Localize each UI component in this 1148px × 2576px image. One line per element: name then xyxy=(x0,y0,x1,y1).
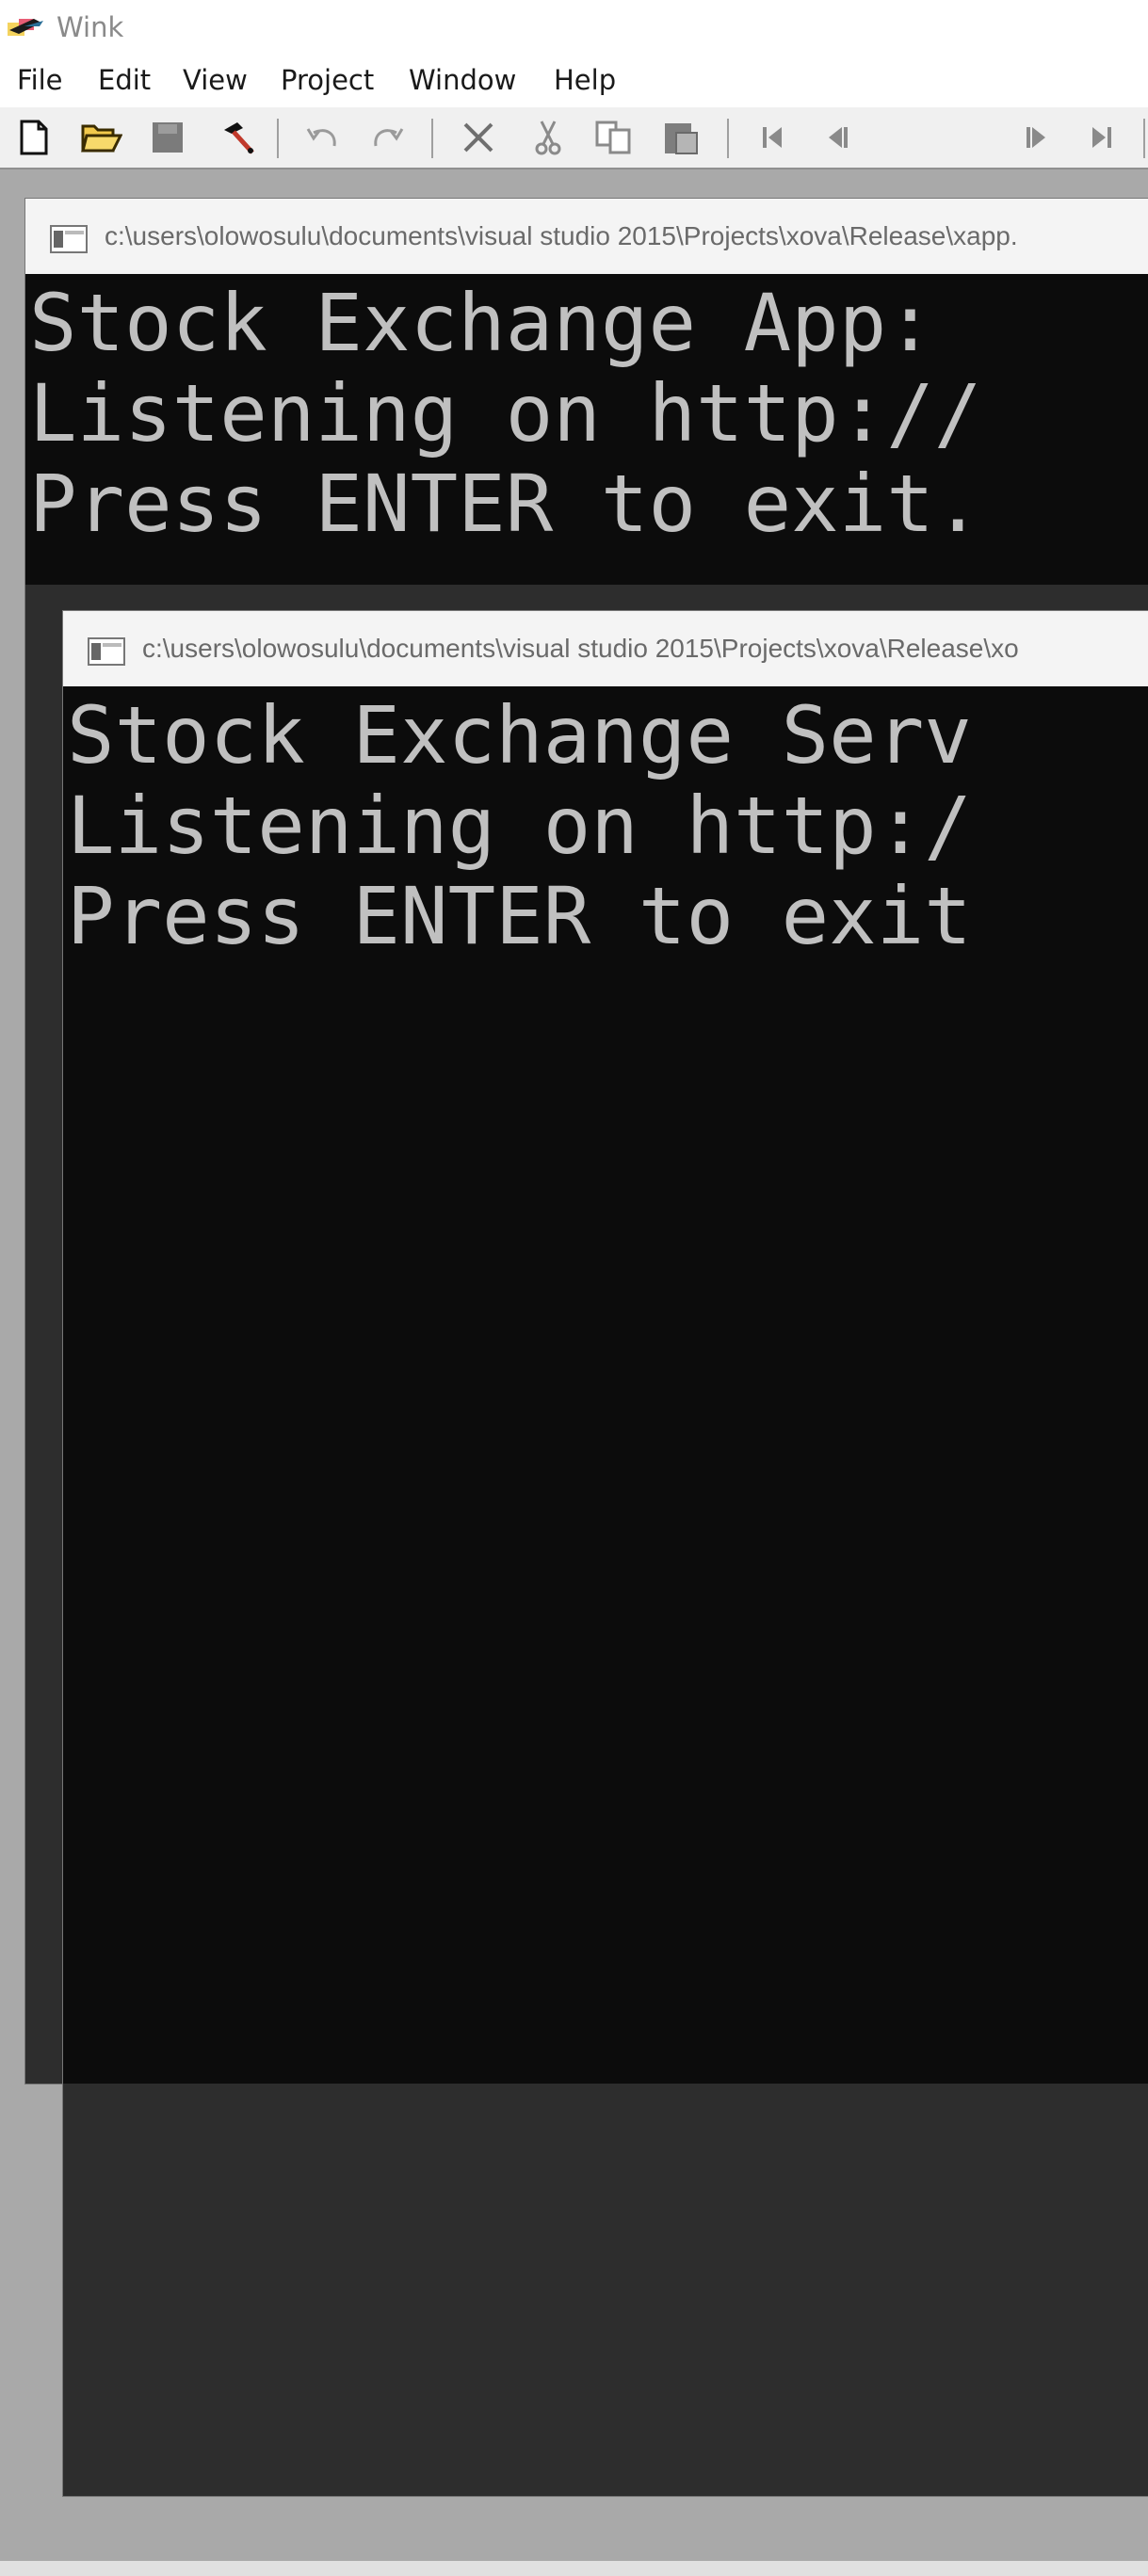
last-frame-icon xyxy=(1092,127,1111,148)
menu-window[interactable]: Window xyxy=(409,64,516,96)
window-bottom-border xyxy=(0,2561,1148,2576)
redo-button[interactable] xyxy=(365,115,411,160)
console-title-path: c:\users\olowosulu\documents\visual stud… xyxy=(105,221,1018,250)
redo-icon xyxy=(374,128,404,147)
menu-help[interactable]: Help xyxy=(554,64,616,96)
wink-logo-icon xyxy=(8,19,43,36)
save-button[interactable] xyxy=(145,115,190,160)
menu-edit[interactable]: Edit xyxy=(98,64,151,96)
menu-project[interactable]: Project xyxy=(281,64,374,96)
console-output: Stock Exchange Serv Listening on http:/ … xyxy=(63,686,1148,2084)
cut-icon xyxy=(535,121,561,155)
new-file-button[interactable] xyxy=(11,115,57,160)
last-frame-button[interactable] xyxy=(1079,115,1124,160)
console-output: Stock Exchange App: Listening on http://… xyxy=(25,274,1148,585)
console-title-bar[interactable]: c:\users\olowosulu\documents\visual stud… xyxy=(25,199,1148,275)
undo-button[interactable] xyxy=(299,115,345,160)
console-line: Stock Exchange Serv xyxy=(67,689,972,781)
previous-frame-icon xyxy=(829,127,848,148)
console-app-icon xyxy=(88,637,125,666)
menu-bar: File Edit View Project Window Help xyxy=(0,55,1148,107)
next-frame-button[interactable] xyxy=(1013,115,1059,160)
menu-file[interactable]: File xyxy=(17,64,63,96)
wink-app-window: Wink File Edit View Project Window Help xyxy=(0,0,1148,2576)
copy-icon xyxy=(595,121,631,154)
new-file-icon xyxy=(20,120,48,155)
open-button[interactable] xyxy=(79,115,124,160)
console-line: Press ENTER to exit xyxy=(67,870,972,962)
console-line: Listening on http:// xyxy=(29,367,982,459)
next-frame-icon xyxy=(1027,127,1045,148)
previous-frame-button[interactable] xyxy=(816,115,861,160)
console-line: Stock Exchange App: xyxy=(29,277,934,369)
console-window-front: c:\users\olowosulu\documents\visual stud… xyxy=(62,610,1148,2497)
console-app-icon xyxy=(50,225,88,253)
first-frame-button[interactable] xyxy=(750,115,795,160)
paste-button[interactable] xyxy=(659,115,704,160)
toolbar xyxy=(0,107,1148,169)
delete-button[interactable] xyxy=(456,115,501,160)
console-line: Press ENTER to exit. xyxy=(29,458,982,550)
open-folder-icon xyxy=(81,124,122,153)
render-hammer-icon xyxy=(224,122,254,154)
undo-icon xyxy=(306,128,336,147)
copy-button[interactable] xyxy=(591,115,637,160)
render-button[interactable] xyxy=(215,115,260,160)
paste-icon xyxy=(665,123,698,154)
toolbar-separator xyxy=(727,119,729,158)
toolbar-separator xyxy=(1143,119,1145,158)
toolbar-separator xyxy=(431,119,433,158)
console-title-path: c:\users\olowosulu\documents\visual stud… xyxy=(142,634,1019,663)
toolbar-separator xyxy=(277,119,279,158)
cut-button[interactable] xyxy=(525,115,571,160)
app-title: Wink xyxy=(57,11,124,43)
first-frame-icon xyxy=(763,127,782,148)
delete-icon xyxy=(463,122,493,153)
title-bar: Wink xyxy=(0,0,1148,55)
console-line: Listening on http:/ xyxy=(67,780,972,872)
menu-view[interactable]: View xyxy=(183,64,248,96)
console-title-bar[interactable]: c:\users\olowosulu\documents\visual stud… xyxy=(63,611,1148,687)
save-icon xyxy=(153,122,183,153)
